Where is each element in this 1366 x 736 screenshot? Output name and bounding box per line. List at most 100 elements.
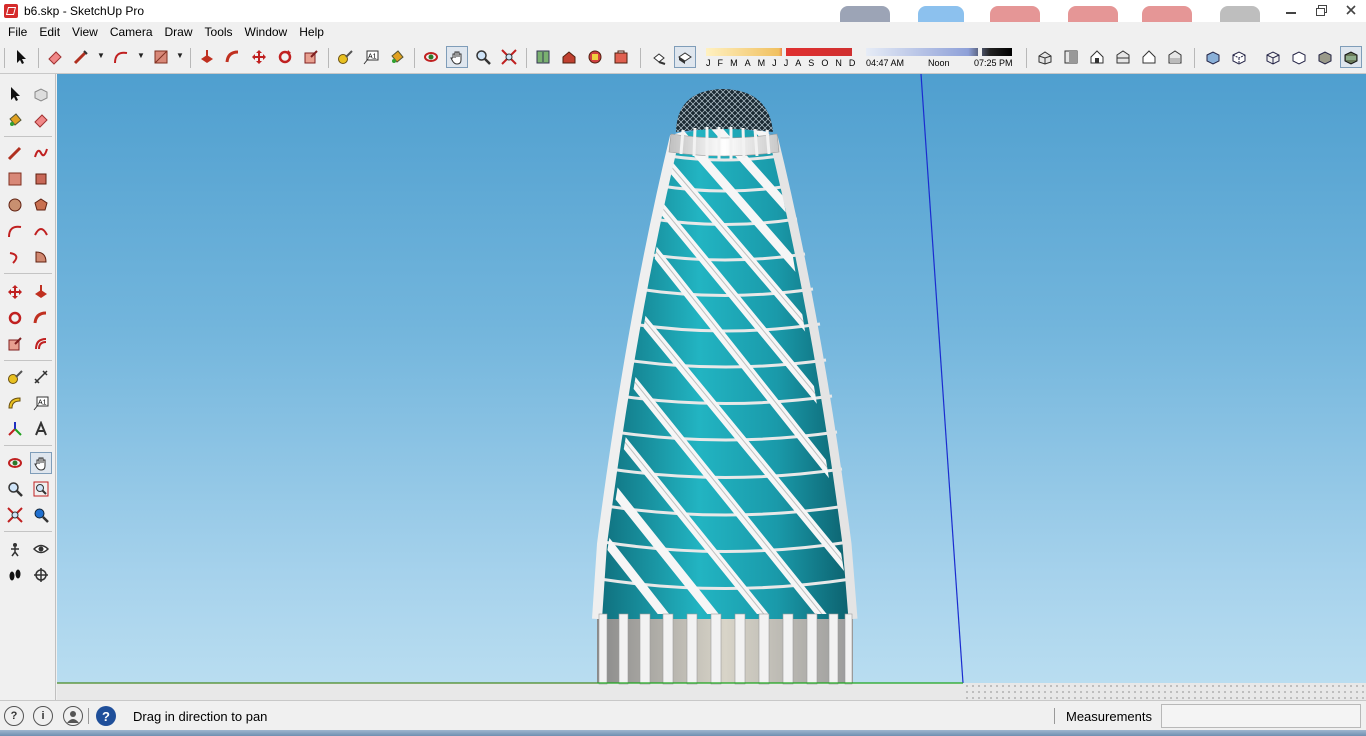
rotate-tool-button[interactable] bbox=[4, 307, 26, 329]
rotate-tool-button[interactable] bbox=[274, 46, 296, 68]
text-tool-button[interactable]: A1 bbox=[360, 46, 382, 68]
zoom-window-tool-button[interactable] bbox=[30, 478, 52, 500]
extension-warehouse-button[interactable] bbox=[610, 46, 632, 68]
rectangle-tool-button[interactable] bbox=[4, 168, 26, 190]
section-plane-tool-button[interactable] bbox=[30, 564, 52, 586]
paint-bucket-tool-button[interactable] bbox=[386, 46, 408, 68]
left-view-button[interactable] bbox=[1164, 46, 1186, 68]
menu-tools[interactable]: Tools bbox=[199, 25, 239, 39]
menu-help[interactable]: Help bbox=[293, 25, 330, 39]
share-component-button[interactable] bbox=[584, 46, 606, 68]
paint-bucket-tool-button[interactable] bbox=[4, 109, 26, 131]
orbit-tool-button[interactable] bbox=[420, 46, 442, 68]
pie-tool-button[interactable] bbox=[30, 246, 52, 268]
month-slider-track[interactable] bbox=[706, 48, 852, 56]
follow-me-tool-button[interactable] bbox=[222, 46, 244, 68]
text-tool-button[interactable]: A1 bbox=[30, 392, 52, 414]
hidden-line-cube-icon bbox=[1292, 51, 1306, 65]
select-tool-button[interactable] bbox=[10, 46, 32, 68]
add-location-button[interactable] bbox=[532, 46, 554, 68]
look-around-tool-button[interactable] bbox=[30, 538, 52, 560]
arc-tool-button[interactable] bbox=[4, 220, 26, 242]
minimize-button[interactable] bbox=[1276, 0, 1306, 20]
menu-draw[interactable]: Draw bbox=[159, 25, 199, 39]
show-shadows-button[interactable] bbox=[648, 46, 670, 68]
instructor-help-icon[interactable]: ? bbox=[96, 706, 116, 726]
shaded-textures-style-button[interactable] bbox=[1340, 46, 1362, 68]
walk-tool-button[interactable] bbox=[4, 564, 26, 586]
month-slider-thumb[interactable] bbox=[782, 46, 786, 58]
iso-view-button[interactable] bbox=[1034, 46, 1056, 68]
axes-tool-button[interactable] bbox=[4, 418, 26, 440]
back-view-button[interactable] bbox=[1138, 46, 1160, 68]
menu-edit[interactable]: Edit bbox=[33, 25, 66, 39]
geo-location-icon[interactable]: ? bbox=[4, 706, 24, 726]
front-view-button[interactable] bbox=[1086, 46, 1108, 68]
menu-file[interactable]: File bbox=[2, 25, 33, 39]
user-account-icon[interactable] bbox=[63, 706, 83, 726]
protractor-tool-button[interactable] bbox=[4, 392, 26, 414]
tape-measure-tool-button[interactable] bbox=[4, 366, 26, 388]
move-tool-button[interactable] bbox=[248, 46, 270, 68]
eraser-icon bbox=[48, 51, 62, 65]
zoom-tool-button[interactable] bbox=[4, 478, 26, 500]
xray-style-button[interactable] bbox=[1202, 46, 1224, 68]
menu-camera[interactable]: Camera bbox=[104, 25, 159, 39]
orbit-tool-button[interactable] bbox=[4, 452, 26, 474]
line-tool-button[interactable] bbox=[4, 142, 26, 164]
display-shadows-button[interactable] bbox=[674, 46, 696, 68]
make-component-button[interactable] bbox=[30, 83, 52, 105]
eraser-tool-button[interactable] bbox=[44, 46, 66, 68]
wireframe-style-button[interactable] bbox=[1262, 46, 1284, 68]
top-view-icon bbox=[1064, 50, 1078, 64]
measurements-input[interactable] bbox=[1161, 704, 1361, 728]
push-pull-tool-button[interactable] bbox=[30, 281, 52, 303]
3d-text-tool-button[interactable] bbox=[30, 418, 52, 440]
follow-me-tool-button[interactable] bbox=[30, 307, 52, 329]
back-edges-button[interactable] bbox=[1228, 46, 1250, 68]
scale-tool-button[interactable] bbox=[300, 46, 322, 68]
shape-tool-button[interactable] bbox=[150, 46, 172, 68]
hand-pan-icon bbox=[34, 457, 46, 471]
zoom-tool-button[interactable] bbox=[472, 46, 494, 68]
eraser-tool-button[interactable] bbox=[30, 109, 52, 131]
arc-tool-button[interactable] bbox=[110, 46, 132, 68]
pan-tool-button[interactable] bbox=[446, 46, 468, 68]
push-pull-tool-button[interactable] bbox=[196, 46, 218, 68]
two-point-arc-tool-button[interactable] bbox=[30, 220, 52, 242]
previous-view-button[interactable] bbox=[30, 504, 52, 526]
top-view-button[interactable] bbox=[1060, 46, 1082, 68]
select-tool-button[interactable] bbox=[4, 83, 26, 105]
blue-axis-line bbox=[920, 74, 964, 684]
hidden-line-style-button[interactable] bbox=[1288, 46, 1310, 68]
shaded-style-button[interactable] bbox=[1314, 46, 1336, 68]
title-bar: b6.skp - SketchUp Pro bbox=[0, 0, 1366, 22]
freehand-tool-button[interactable] bbox=[30, 142, 52, 164]
move-tool-button[interactable] bbox=[4, 281, 26, 303]
3d-warehouse-button[interactable] bbox=[558, 46, 580, 68]
scale-tool-button[interactable] bbox=[4, 333, 26, 355]
zoom-extents-button[interactable] bbox=[498, 46, 520, 68]
model-viewport[interactable] bbox=[57, 74, 1366, 700]
polygon-tool-button[interactable] bbox=[30, 194, 52, 216]
offset-tool-button[interactable] bbox=[30, 333, 52, 355]
dimension-tool-button[interactable] bbox=[30, 366, 52, 388]
circle-tool-button[interactable] bbox=[4, 194, 26, 216]
time-slider-thumb[interactable] bbox=[978, 46, 982, 58]
tape-measure-tool-button[interactable] bbox=[334, 46, 356, 68]
right-view-button[interactable] bbox=[1112, 46, 1134, 68]
menu-view[interactable]: View bbox=[66, 25, 104, 39]
credits-icon[interactable]: i bbox=[33, 706, 53, 726]
position-camera-tool-button[interactable] bbox=[4, 538, 26, 560]
rotated-rectangle-tool-button[interactable] bbox=[30, 168, 52, 190]
time-slider-track[interactable] bbox=[866, 48, 1012, 56]
line-tool-button[interactable] bbox=[70, 46, 92, 68]
restore-button[interactable] bbox=[1306, 0, 1336, 20]
polygon-icon bbox=[34, 198, 48, 211]
close-button[interactable] bbox=[1336, 0, 1366, 20]
measurements-label: Measurements bbox=[1066, 709, 1152, 724]
three-point-arc-tool-button[interactable] bbox=[4, 246, 26, 268]
zoom-extents-button[interactable] bbox=[4, 504, 26, 526]
menu-window[interactable]: Window bbox=[239, 25, 294, 39]
pan-tool-button[interactable] bbox=[30, 452, 52, 474]
